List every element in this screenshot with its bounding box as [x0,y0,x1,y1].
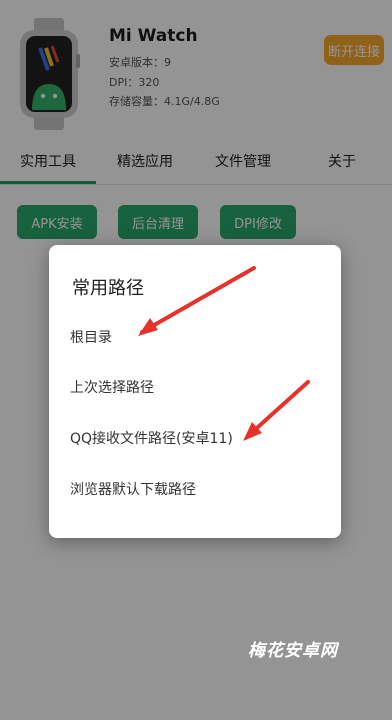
option-label: 根目录 [70,330,112,346]
option-qq-received-path[interactable]: QQ接收文件路径(安卓11) [49,416,341,460]
option-browser-download-path[interactable]: 浏览器默认下载路径 [49,467,341,511]
watermark-text: 梅花安卓网 [248,641,338,661]
option-last-selected-path[interactable]: 上次选择路径 [49,365,341,409]
option-label: 上次选择路径 [70,380,154,396]
common-paths-dialog: 常用路径 根目录 上次选择路径 QQ接收文件路径(安卓11) 浏览器默认下载路径 [49,245,341,538]
dialog-title: 常用路径 [72,278,144,299]
option-label: QQ接收文件路径(安卓11) [70,431,233,447]
option-root-directory[interactable]: 根目录 [49,315,341,359]
option-label: 浏览器默认下载路径 [70,482,196,498]
